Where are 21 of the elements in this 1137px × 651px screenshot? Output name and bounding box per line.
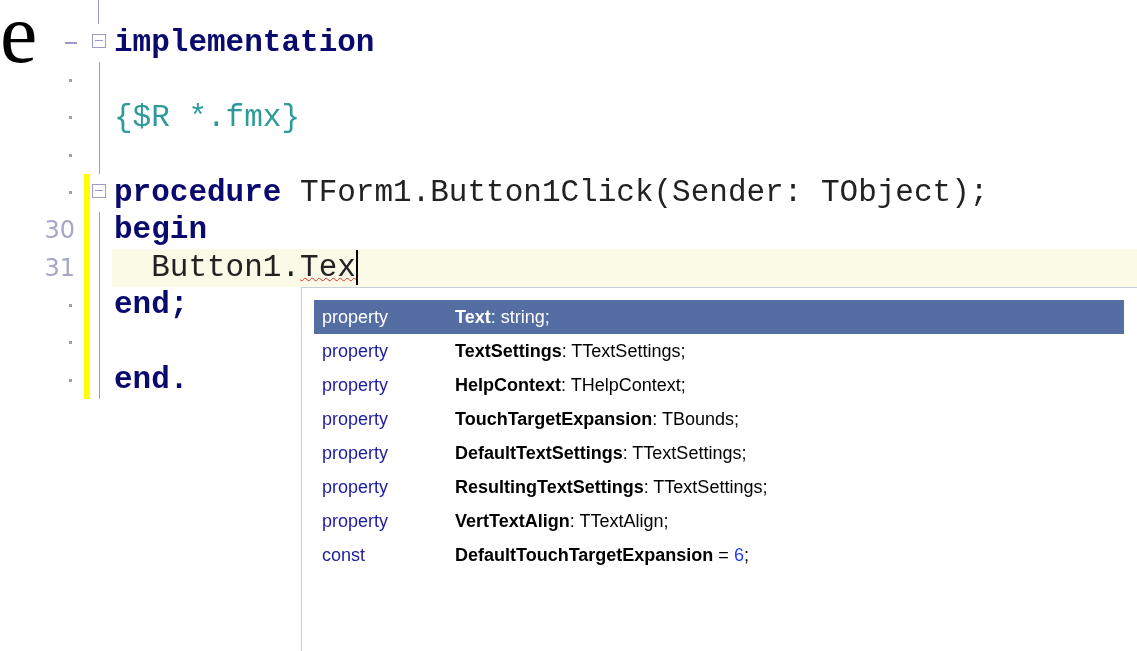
code-line: end. [114,363,189,398]
code-line: procedure TForm1.Button1Click(Sender: TObject); [114,175,989,210]
code-line: begin [114,213,207,248]
code-line: implementation [114,25,375,60]
code-line: {$R *.fmx} [114,100,301,135]
completion-item[interactable]: property TextSettings: TTextSettings; [314,334,1124,368]
code-line: end; [114,288,189,323]
completion-item[interactable]: property DefaultTextSettings: TTextSettings; [314,436,1124,470]
line-number: 31 [44,255,75,280]
completion-item[interactable]: property VertTextAlign: TTextAlign; [314,504,1124,538]
completion-item[interactable]: property HelpContext: THelpContext; [314,368,1124,402]
completion-item[interactable]: property ResultingTextSettings: TTextSettings; [314,470,1124,504]
completion-item[interactable]: property TouchTargetExpansion: TBounds; [314,402,1124,436]
completion-item[interactable]: const DefaultTouchTargetExpansion = 6; [314,538,1124,572]
completion-item[interactable]: property Text: string; [314,300,1124,334]
letter-fragment: e [0,0,38,76]
gutter-dash-icon [65,41,77,44]
code-line: Button1.Tex [150,250,358,285]
fold-toggle-icon[interactable] [92,184,106,198]
fold-toggle-icon[interactable] [92,34,106,48]
line-number: 30 [44,218,75,243]
